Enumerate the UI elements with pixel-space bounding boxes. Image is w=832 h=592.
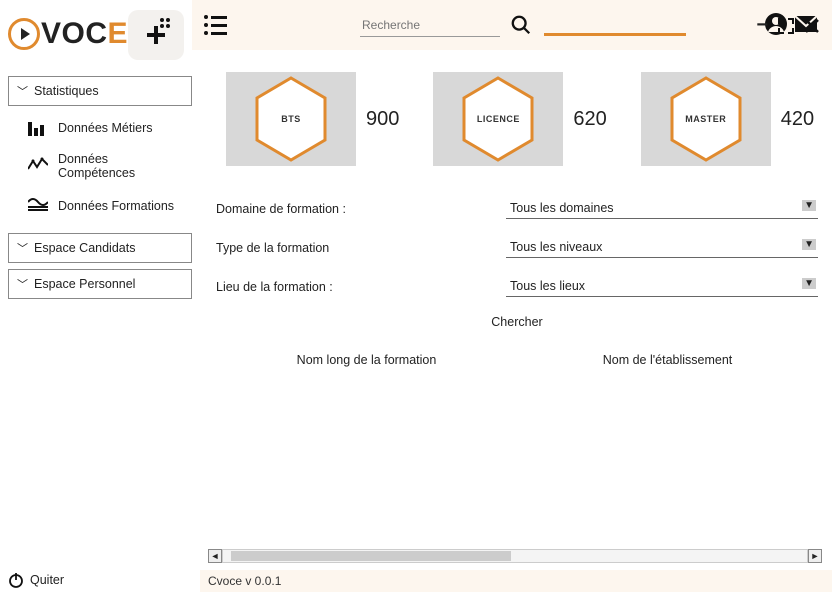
chevron-down-icon: ﹀ (17, 83, 28, 99)
table-col-etab: Nom de l'établissement (517, 343, 818, 377)
hexagon-icon: LICENCE (460, 76, 536, 162)
stacked-lines-icon (28, 196, 48, 215)
maximize-icon[interactable] (778, 18, 794, 34)
search-icon[interactable] (510, 14, 532, 36)
sidebar-section-label: Espace Candidats (34, 241, 135, 255)
scroll-track[interactable] (222, 549, 808, 563)
hexagon-icon: BTS (253, 76, 329, 162)
scroll-right-icon[interactable]: ► (808, 549, 822, 563)
card-bts: BTS 900 (226, 72, 399, 166)
sidebar-item-label: Données Formations (58, 199, 174, 213)
sidebar-section-statistiques[interactable]: ﹀ Statistiques (8, 76, 192, 106)
sidebar-item-label: Données Métiers (58, 121, 153, 135)
select-place[interactable]: Tous les lieux ▼ (506, 276, 818, 297)
logo-letter: OC (62, 17, 108, 51)
sidebar: ﹀ Statistiques Données Métiers Données C… (8, 76, 192, 305)
logo-badge (128, 10, 184, 60)
filter-label-type: Type de la formation (216, 241, 506, 255)
select-value: Tous les domaines (510, 201, 614, 215)
table-header: Nom long de la formation Nom de l'établi… (216, 343, 818, 377)
search-underline (544, 33, 686, 36)
select-domain[interactable]: Tous les domaines ▼ (506, 198, 818, 219)
search-input[interactable] (360, 14, 500, 37)
plus-icon (147, 26, 165, 44)
chevron-down-icon: ▼ (802, 239, 816, 250)
table-col-name: Nom long de la formation (216, 343, 517, 377)
quit-button[interactable]: Quiter (8, 572, 64, 588)
chercher-button[interactable]: Chercher (216, 315, 818, 329)
logo-letter: V (41, 17, 62, 51)
card-label: BTS (281, 114, 301, 124)
chevron-down-icon: ▼ (802, 200, 816, 211)
quit-label: Quiter (30, 573, 64, 587)
card-value: 620 (573, 108, 606, 131)
sidebar-section-personnel[interactable]: ﹀ Espace Personnel (8, 269, 192, 299)
main-content: BTS 900 LICENCE 620 MASTER 420 Domaine d… (216, 60, 818, 546)
card-label: LICENCE (477, 114, 520, 124)
bar-chart-icon (28, 120, 48, 136)
card-master: MASTER 420 (641, 72, 814, 166)
horizontal-scrollbar[interactable]: ◄ ► (208, 548, 822, 564)
power-icon (8, 572, 24, 588)
sidebar-item-formations[interactable]: Données Formations (8, 188, 192, 223)
sidebar-section-label: Statistiques (34, 84, 99, 98)
card-value: 420 (781, 108, 814, 131)
menu-list-button[interactable] (204, 11, 232, 39)
sidebar-item-competences[interactable]: Données Compétences (8, 144, 192, 188)
chevron-down-icon: ﹀ (17, 240, 28, 256)
minimize-icon[interactable]: − (756, 14, 768, 37)
logo-letter: E (108, 17, 129, 51)
scroll-thumb[interactable] (231, 551, 511, 561)
top-bar: − (192, 0, 832, 50)
scroll-left-icon[interactable]: ◄ (208, 549, 222, 563)
filters: Domaine de formation : Tous les domaines… (216, 198, 818, 377)
card-label: MASTER (685, 114, 726, 124)
sidebar-item-metiers[interactable]: Données Métiers (8, 112, 192, 144)
stat-cards: BTS 900 LICENCE 620 MASTER 420 (216, 60, 818, 190)
close-icon[interactable] (804, 18, 820, 34)
chevron-down-icon: ▼ (802, 278, 816, 289)
play-icon (8, 18, 40, 50)
chevron-down-icon: ﹀ (17, 276, 28, 292)
select-type[interactable]: Tous les niveaux ▼ (506, 237, 818, 258)
card-value: 900 (366, 108, 399, 131)
filter-label-place: Lieu de la formation : (216, 280, 506, 294)
sidebar-section-candidats[interactable]: ﹀ Espace Candidats (8, 233, 192, 263)
status-bar: Cvoce v 0.0.1 (200, 570, 832, 592)
filter-label-domain: Domaine de formation : (216, 202, 506, 216)
select-value: Tous les niveaux (510, 240, 602, 254)
app-logo: V OC E (8, 4, 184, 64)
card-licence: LICENCE 620 (433, 72, 606, 166)
hexagon-icon: MASTER (668, 76, 744, 162)
sidebar-item-label: Données Compétences (58, 152, 184, 180)
sidebar-section-label: Espace Personnel (34, 277, 135, 291)
line-chart-icon (28, 157, 48, 176)
version-label: Cvoce v 0.0.1 (208, 574, 281, 588)
select-value: Tous les lieux (510, 279, 585, 293)
